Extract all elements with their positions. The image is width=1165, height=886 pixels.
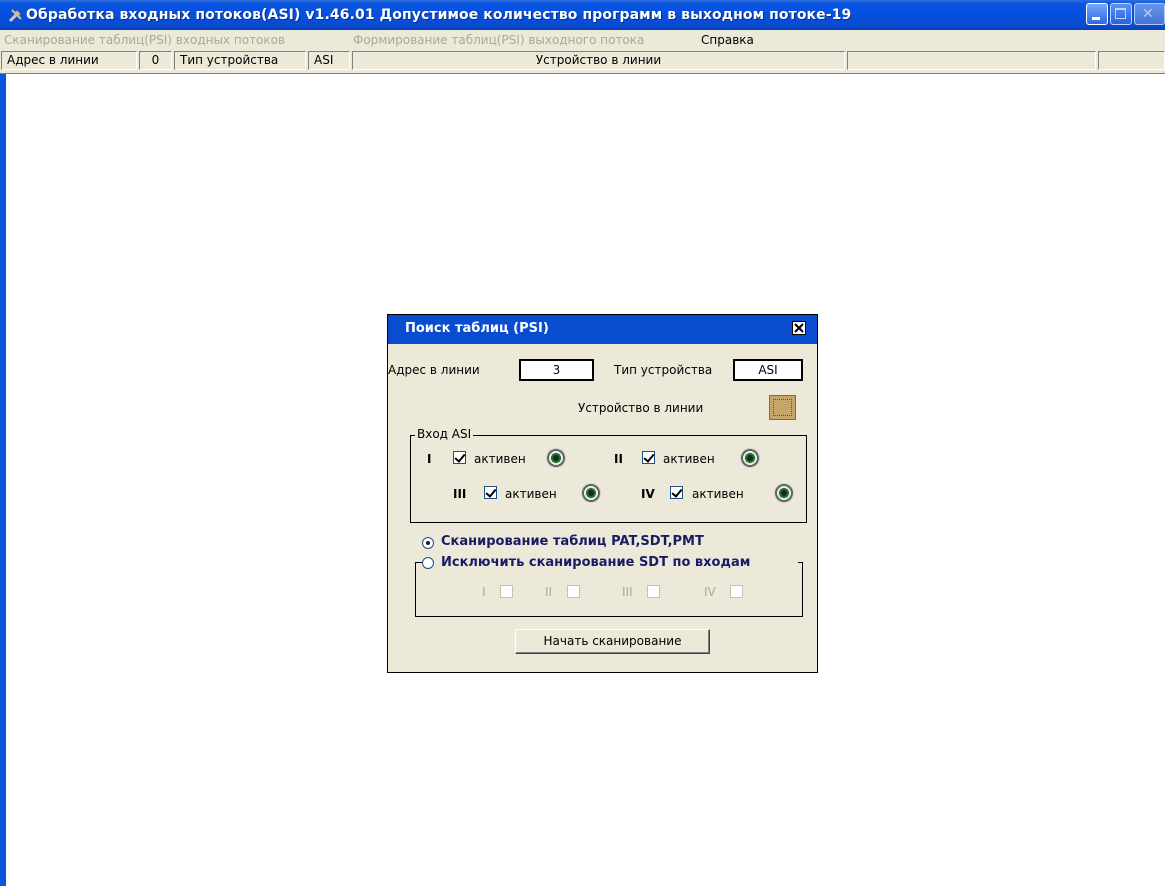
header-device-type-value: ASI: [308, 51, 350, 70]
minimize-button[interactable]: [1086, 3, 1108, 25]
input-4-status-led-icon: [774, 483, 794, 503]
device-type-label: Тип устройства: [614, 363, 713, 377]
input-4-active-label: активен: [692, 487, 744, 501]
tools-icon: [8, 9, 22, 23]
input-2-active-label: активен: [663, 452, 715, 466]
input-2-numeral: II: [614, 452, 623, 466]
exclude-input-2-numeral: II: [545, 585, 553, 599]
window-title-bar: Обработка входных потоков(ASI) v1.46.01 …: [0, 0, 1165, 30]
header-empty-cell: [847, 51, 1096, 70]
dialog-close-button[interactable]: [792, 321, 806, 335]
exclude-input-2-checkbox[interactable]: [567, 585, 580, 598]
input-4-numeral: IV: [641, 487, 655, 501]
input-2-active-checkbox[interactable]: [642, 451, 655, 464]
exclude-input-4-numeral: IV: [704, 585, 716, 599]
exclude-sdt-label: Исключить сканирование SDT по входам: [441, 555, 751, 570]
close-icon: ✕: [1142, 6, 1154, 22]
exclude-input-3-checkbox[interactable]: [647, 585, 660, 598]
menu-build-output-tables[interactable]: Формирование таблиц(PSI) выходного поток…: [353, 33, 644, 47]
close-icon: [794, 323, 804, 333]
input-3-active-checkbox[interactable]: [484, 486, 497, 499]
window-left-border: [0, 74, 6, 886]
header-divider: [0, 73, 1165, 74]
exclude-input-3-numeral: III: [622, 585, 633, 599]
header-empty-cell-2: [1098, 51, 1165, 70]
window-title: Обработка входных потоков(ASI) v1.46.01 …: [26, 7, 852, 23]
input-1-status-led-icon: [546, 448, 566, 468]
maximize-button[interactable]: [1110, 3, 1132, 25]
exclude-sdt-group: [415, 562, 803, 617]
menu-help[interactable]: Справка: [701, 33, 754, 47]
dialog-title-bar: Поиск таблиц (PSI): [388, 315, 817, 344]
device-online-label: Устройство в линии: [578, 401, 704, 415]
menu-scan-input-tables[interactable]: Сканирование таблиц(PSI) входных потоков: [4, 33, 285, 47]
address-label: Адрес в линии: [388, 363, 480, 377]
exclude-input-4-checkbox[interactable]: [730, 585, 743, 598]
menu-bar: Сканирование таблиц(PSI) входных потоков…: [0, 30, 1165, 50]
input-1-numeral: I: [427, 452, 432, 466]
exclude-input-1-checkbox[interactable]: [500, 585, 513, 598]
input-1-active-checkbox[interactable]: [453, 451, 466, 464]
header-device-online-label: Устройство в линии: [352, 51, 845, 70]
header-device-type-label: Тип устройства: [174, 51, 306, 70]
header-address-label: Адрес в линии: [1, 51, 137, 70]
exclude-sdt-radio[interactable]: [422, 557, 434, 569]
device-type-field[interactable]: ASI: [733, 359, 803, 381]
input-3-numeral: III: [453, 487, 467, 501]
input-2-status-led-icon: [740, 448, 760, 468]
device-online-indicator: [769, 395, 796, 420]
scan-tables-radio[interactable]: [422, 537, 434, 549]
psi-search-dialog: Поиск таблиц (PSI) Адрес в линии 3 Тип у…: [387, 314, 818, 673]
input-3-status-led-icon: [581, 483, 601, 503]
input-4-active-checkbox[interactable]: [670, 486, 683, 499]
input-3-active-label: активен: [505, 487, 557, 501]
dialog-title: Поиск таблиц (PSI): [405, 321, 549, 336]
header-address-value: 0: [139, 51, 172, 70]
exclude-input-1-numeral: I: [482, 585, 486, 599]
asi-group-title: Вход ASI: [415, 427, 474, 441]
address-field[interactable]: 3: [519, 359, 594, 381]
scan-tables-label: Сканирование таблиц PAT,SDT,PMT: [441, 534, 704, 549]
start-scan-button[interactable]: Начать сканирование: [515, 629, 710, 654]
input-1-active-label: активен: [474, 452, 526, 466]
close-button[interactable]: ✕: [1134, 3, 1165, 25]
